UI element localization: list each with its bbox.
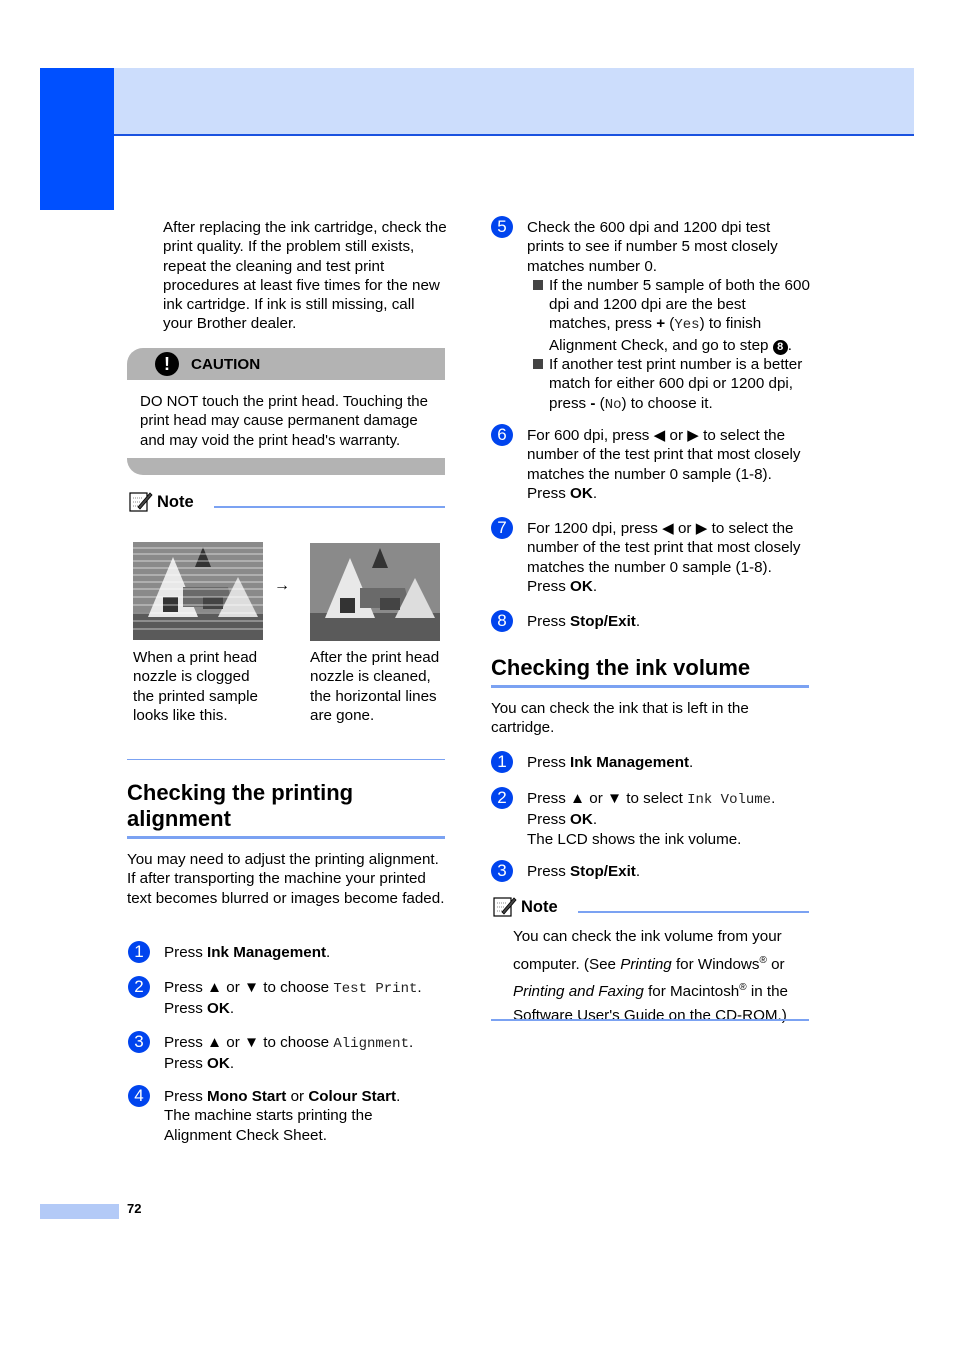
section-rule <box>127 836 445 839</box>
step-number-badge: 5 <box>491 216 513 238</box>
bullet-item: If the number 5 sample of both the 600 d… <box>533 276 811 355</box>
note-header: Note <box>129 490 445 512</box>
section-rule <box>491 685 809 688</box>
step-text: For 1200 dpi, press ◀ or ▶ to select the… <box>527 520 801 595</box>
alignment-intro: You may need to adjust the printing alig… <box>127 851 445 907</box>
step-text: Check the 600 dpi and 1200 dpi test prin… <box>527 218 811 415</box>
square-bullet-icon <box>533 279 543 290</box>
after-caption: After the print head nozzle is cleaned, … <box>310 649 440 724</box>
section-title-alignment: Checking the printing alignment <box>127 780 354 831</box>
house-image-clean <box>310 543 440 641</box>
step-number-badge: 7 <box>491 517 513 539</box>
step-text: Press Ink Management. <box>164 944 331 961</box>
caution-footer <box>127 457 445 475</box>
step-number-badge: 8 <box>491 610 513 632</box>
exclamation-icon: ! <box>155 352 179 376</box>
alignment-step-3: 3 Press ▲ or ▼ to choose Alignment. Press… <box>128 1031 448 1074</box>
ink-volume-note-body: You can check the ink volume from your c… <box>513 928 788 1024</box>
caution-label: CAUTION <box>191 355 261 373</box>
alignment-step-4: 4 Press Mono Start or Colour Start. The m… <box>128 1085 448 1145</box>
caution-body: DO NOT touch the print head. Touching th… <box>140 393 428 449</box>
bullet-item: If another test print number is a better… <box>533 355 811 415</box>
note-header: Note <box>493 895 809 917</box>
note-pencil-icon <box>493 897 517 917</box>
step-number-badge: 6 <box>491 424 513 446</box>
alignment-step-5: 5 Check the 600 dpi and 1200 dpi test pr… <box>491 216 811 415</box>
step-number-badge: 2 <box>491 787 513 809</box>
step-8-reference-icon: 8 <box>772 339 788 355</box>
step-text: Press ▲ or ▼ to choose Alignment. Press O… <box>164 1034 414 1073</box>
caution-box: ! CAUTION DO NOT touch the print head. T… <box>127 348 445 475</box>
note-label: Note <box>157 493 194 511</box>
intro-paragraph: After replacing the ink cartridge, check… <box>163 219 447 333</box>
clogged-sample-image <box>133 542 263 640</box>
step-text: Press Stop/Exit. <box>527 863 641 880</box>
ink-volume-intro: You can check the ink that is left in th… <box>491 700 749 737</box>
page-number: 72 <box>127 1201 142 1216</box>
arrow-right-icon: → <box>274 577 290 594</box>
step-number-badge: 3 <box>128 1031 150 1053</box>
alignment-step-8: 8 Press Stop/Exit. <box>491 610 811 632</box>
note-pencil-icon <box>129 492 153 512</box>
caution-header: ! CAUTION <box>127 348 445 380</box>
step-number-badge: 1 <box>491 751 513 773</box>
square-bullet-icon <box>533 359 543 370</box>
step-text: Press ▲ or ▼ to choose Test Print. Press … <box>164 979 422 1018</box>
alignment-step-6: 6 For 600 dpi, press ◀ or ▶ to select th… <box>491 424 811 503</box>
step-text: For 600 dpi, press ◀ or ▶ to select the … <box>527 427 801 502</box>
page-footer-bar <box>40 1204 119 1219</box>
step-number-badge: 1 <box>128 941 150 963</box>
alignment-step-1: 1 Press Ink Management. <box>128 941 448 963</box>
cleaned-sample-image <box>310 543 440 641</box>
step-number-badge: 2 <box>128 976 150 998</box>
house-image-lined <box>133 542 263 640</box>
note-end-rule <box>127 759 445 760</box>
step-number-badge: 4 <box>128 1085 150 1107</box>
note-label: Note <box>521 898 558 916</box>
step-text: Press Stop/Exit. <box>527 613 641 630</box>
step-text: Press ▲ or ▼ to select Ink Volume. Press … <box>527 790 776 848</box>
note-end-rule <box>491 1019 809 1021</box>
step-number-badge: 3 <box>491 860 513 882</box>
step-text: Press Ink Management. <box>527 754 694 771</box>
alignment-step-7: 7 For 1200 dpi, press ◀ or ▶ to select t… <box>491 517 811 596</box>
alignment-step-2: 2 Press ▲ or ▼ to choose Test Print. Pres… <box>128 976 448 1019</box>
section-title-ink-volume: Checking the ink volume <box>491 655 751 680</box>
ink-step-2: 2 Press ▲ or ▼ to select Ink Volume. Pres… <box>491 787 811 849</box>
step-text: Press Mono Start or Colour Start. The mac… <box>164 1088 401 1144</box>
chapter-header-band <box>114 68 914 136</box>
before-caption: When a print head nozzle is clogged the … <box>133 649 258 724</box>
ink-step-1: 1 Press Ink Management. <box>491 751 811 773</box>
ink-step-3: 3 Press Stop/Exit. <box>491 860 811 882</box>
note-rule <box>213 506 445 508</box>
note-rule <box>577 911 809 913</box>
chapter-tab <box>40 68 114 210</box>
